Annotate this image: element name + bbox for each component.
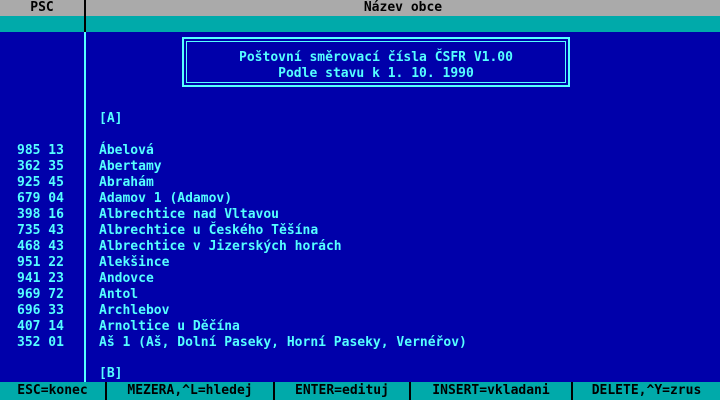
list-item-name: Adamov 1 (Adamov) (99, 191, 233, 206)
list-item[interactable]: 925 45 Abrahám (0, 175, 720, 191)
delete-key-hint[interactable]: DELETE,^Y=zrus (573, 382, 720, 400)
list-item-name: Alekšince (99, 255, 170, 270)
list-item-psc: 696 33 (17, 303, 64, 318)
list-item[interactable]: 951 22 Alekšince (0, 255, 720, 271)
section-letter-a: [A] (99, 111, 123, 126)
band-separator (84, 16, 86, 32)
list-item-name: Albrechtice u Českého Těšína (99, 223, 319, 238)
list-item-name: Abertamy (99, 159, 162, 174)
list-item-name: Aš 1 (Aš, Dolní Paseky, Horní Paseky, Ve… (99, 335, 467, 350)
list-item-name: Abrahám (99, 175, 154, 190)
function-key-bar: ESC=konec MEZERA,^L=hledej ENTER=edituj … (0, 382, 720, 400)
list-item-psc: 735 43 (17, 223, 64, 238)
list-item-psc: 985 13 (17, 143, 64, 158)
list-item-name: Archlebov (99, 303, 170, 318)
list-item-name: Albrechtice nad Vltavou (99, 207, 280, 222)
list-item[interactable]: 352 01 Aš 1 (Aš, Dolní Paseky, Horní Pas… (0, 335, 720, 351)
insert-key-hint[interactable]: INSERT=vkladani (411, 382, 571, 400)
header-band (0, 16, 720, 32)
column-header-psc: PSČ (30, 0, 54, 15)
list-item[interactable]: 468 43 Albrechtice v Jizerských horách (0, 239, 720, 255)
list-item[interactable]: 735 43 Albrechtice u Českého Těšína (0, 223, 720, 239)
search-key-hint[interactable]: MEZERA,^L=hledej (107, 382, 273, 400)
info-title: Poštovní směrovací čísla ČSFR V1.00 (239, 50, 513, 65)
column-header-bar: PSČ Název obce (0, 0, 720, 16)
list-item[interactable]: 696 33 Archlebov (0, 303, 720, 319)
list-item-name: Andovce (99, 271, 154, 286)
list-item-name: Arnoltice u Děčína (99, 319, 240, 334)
list-item[interactable]: 941 23 Andovce (0, 271, 720, 287)
info-date: Podle stavu k 1. 10. 1990 (278, 66, 474, 81)
list-item-psc: 398 16 (17, 207, 64, 222)
list-item-psc: 951 22 (17, 255, 64, 270)
list-item-psc: 679 04 (17, 191, 64, 206)
info-box: Poštovní směrovací čísla ČSFR V1.00 Podl… (182, 37, 570, 87)
list-item[interactable]: 407 14 Arnoltice u Děčína (0, 319, 720, 335)
esc-key-hint[interactable]: ESC=konec (0, 382, 105, 400)
list-item[interactable]: 985 13 Ábelová (0, 143, 720, 159)
edit-key-hint[interactable]: ENTER=edituj (275, 382, 409, 400)
list-item-psc: 407 14 (17, 319, 64, 334)
info-box-inner-border: Poštovní směrovací čísla ČSFR V1.00 Podl… (186, 41, 566, 83)
list-item-name: Antol (99, 287, 139, 302)
list-item[interactable]: 398 16 Albrechtice nad Vltavou (0, 207, 720, 223)
list-item-psc: 941 23 (17, 271, 64, 286)
list-item-psc: 925 45 (17, 175, 64, 190)
list-item-psc: 362 35 (17, 159, 64, 174)
list-item[interactable]: 969 72 Antol (0, 287, 720, 303)
list-item[interactable]: 679 04 Adamov 1 (Adamov) (0, 191, 720, 207)
list-item-name: Ábelová (99, 143, 154, 158)
list-item-psc: 468 43 (17, 239, 64, 254)
column-header-name: Název obce (363, 0, 443, 15)
list-item-name: Albrechtice v Jizerských horách (99, 239, 342, 254)
list-item-psc: 352 01 (17, 335, 64, 350)
section-letter-b: [B] (99, 366, 123, 381)
list-item[interactable]: 362 35 Abertamy (0, 159, 720, 175)
list-item-psc: 969 72 (17, 287, 64, 302)
